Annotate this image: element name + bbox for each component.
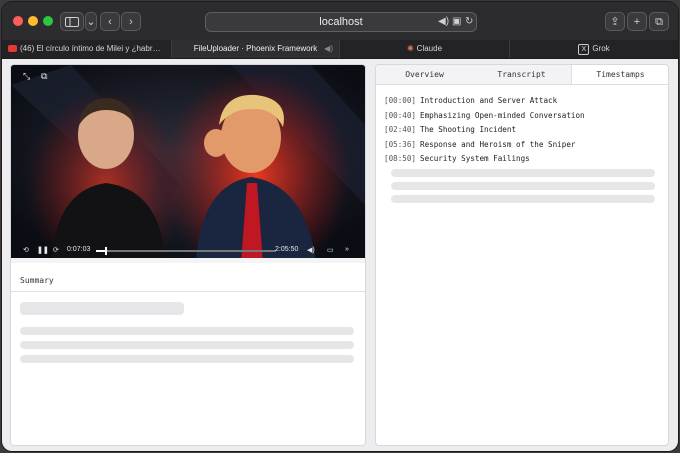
tab-transcript[interactable]: Transcript bbox=[473, 65, 570, 84]
timestamp-item[interactable]: [05:36] Response and Heroism of the Snipe… bbox=[384, 138, 575, 152]
video-player[interactable]: ⟲ ❚❚ ⟳ 0:07:03 2:05:50 ◀) ▭ » ⤡ ⧉ bbox=[11, 65, 365, 263]
tab-fileuploader[interactable]: FileUploader · Phoenix Framework ◀) bbox=[172, 40, 340, 58]
replay-icon[interactable]: ⟲ bbox=[23, 246, 29, 254]
chevron-right-icon: › bbox=[129, 16, 133, 28]
panel-tab-bar: Overview Transcript Timestamps bbox=[376, 65, 668, 85]
tab-youtube[interactable]: (46) El círculo íntimo de Milei y ¿habr… bbox=[2, 40, 172, 58]
plus-icon: + bbox=[633, 16, 641, 28]
youtube-icon bbox=[8, 45, 17, 52]
tab-group-menu-button[interactable]: ⌄ bbox=[85, 12, 97, 31]
timestamp-title: Security System Failings bbox=[420, 154, 530, 163]
sidebar-icon bbox=[65, 17, 79, 27]
translate-icon[interactable]: ▣ bbox=[452, 16, 461, 27]
summary-line-skeleton bbox=[20, 341, 354, 349]
address-bar[interactable]: localhost ◀) ▣ ↻ bbox=[205, 12, 477, 32]
seek-handle[interactable] bbox=[105, 247, 108, 255]
video-controls: ⟲ ❚❚ ⟳ 0:07:03 2:05:50 ◀) ▭ » bbox=[11, 243, 365, 259]
volume-icon[interactable]: ◀) bbox=[307, 246, 315, 254]
timestamp-item[interactable]: [02:40] The Shooting Incident bbox=[384, 123, 516, 137]
sidebar-toggle-button[interactable] bbox=[60, 12, 84, 31]
browser-toolbar: ⌄ ‹ › localhost ◀) ▣ ↻ ⇪ + ⧉ bbox=[2, 2, 678, 41]
picture-in-picture-icon[interactable]: ⧉ bbox=[41, 71, 47, 82]
tab-claude[interactable]: ✺ Claude bbox=[340, 40, 510, 58]
chevron-down-icon: ⌄ bbox=[86, 16, 96, 28]
share-button[interactable]: ⇪ bbox=[605, 12, 625, 31]
tab-timestamps[interactable]: Timestamps bbox=[571, 65, 668, 84]
skip-icon[interactable]: » bbox=[345, 246, 349, 253]
timestamp-skeleton bbox=[391, 169, 655, 177]
duration: 2:05:50 bbox=[275, 246, 299, 253]
summary-heading: Summary bbox=[11, 270, 365, 292]
chevron-left-icon: ‹ bbox=[108, 16, 112, 28]
web-page: ⟲ ❚❚ ⟳ 0:07:03 2:05:50 ◀) ▭ » ⤡ ⧉ Summar… bbox=[2, 59, 678, 451]
details-panel: Overview Transcript Timestamps [00:00] In… bbox=[375, 64, 669, 446]
summary-line-skeleton bbox=[20, 327, 354, 335]
airplay-icon[interactable]: ▭ bbox=[327, 246, 334, 254]
zoom-window-button[interactable] bbox=[43, 16, 53, 26]
summary-title-skeleton bbox=[20, 302, 184, 315]
current-time: 0:07:03 bbox=[67, 246, 91, 253]
timestamp-time: [05:36] bbox=[384, 139, 417, 149]
tab-overview-icon: ⧉ bbox=[655, 16, 663, 28]
video-summary-card: ⟲ ❚❚ ⟳ 0:07:03 2:05:50 ◀) ▭ » ⤡ ⧉ Summar… bbox=[10, 64, 366, 446]
timestamp-time: [02:40] bbox=[384, 125, 417, 134]
tab-grok[interactable]: X Grok bbox=[510, 40, 678, 58]
claude-icon: ✺ bbox=[406, 44, 414, 53]
video-frame-image bbox=[11, 65, 365, 263]
minimize-window-button[interactable] bbox=[28, 16, 38, 26]
address-text: localhost bbox=[319, 16, 363, 28]
tab-overview[interactable]: Overview bbox=[376, 65, 473, 84]
timestamp-item[interactable]: [08:50] Security System Failings bbox=[384, 152, 530, 166]
timestamp-skeleton bbox=[391, 195, 655, 203]
speaker-icon[interactable]: ◀) bbox=[324, 40, 333, 58]
tab-overview-button[interactable]: ⧉ bbox=[649, 12, 669, 31]
timestamp-title: Response and Heroism of the Sniper bbox=[420, 139, 576, 149]
seek-bar[interactable] bbox=[96, 247, 276, 255]
close-window-button[interactable] bbox=[13, 16, 23, 26]
back-button[interactable]: ‹ bbox=[100, 12, 120, 31]
timestamp-time: [08:50] bbox=[384, 154, 417, 163]
new-tab-button[interactable]: + bbox=[627, 12, 647, 31]
pause-icon[interactable]: ❚❚ bbox=[37, 246, 49, 254]
share-icon: ⇪ bbox=[610, 16, 620, 28]
timestamp-title: Introduction and Server Attack bbox=[420, 96, 558, 105]
timestamp-title: The Shooting Incident bbox=[420, 125, 517, 134]
fullscreen-icon[interactable]: ⤡ bbox=[23, 71, 30, 82]
timestamp-item[interactable]: [00:40] Emphasizing Open-minded Conversat… bbox=[384, 109, 585, 123]
tab-bar: (46) El círculo íntimo de Milei y ¿habr…… bbox=[2, 40, 678, 59]
forward-icon[interactable]: ⟳ bbox=[53, 246, 59, 254]
summary-line-skeleton bbox=[20, 355, 354, 363]
timestamp-time: [00:00] bbox=[384, 96, 417, 105]
speaker-icon[interactable]: ◀) bbox=[438, 16, 449, 27]
forward-button[interactable]: › bbox=[121, 12, 141, 31]
browser-window: ⌄ ‹ › localhost ◀) ▣ ↻ ⇪ + ⧉ (46) El cír… bbox=[2, 2, 678, 451]
timestamp-skeleton bbox=[391, 182, 655, 190]
timestamp-title: Emphasizing Open-minded Conversation bbox=[420, 110, 585, 120]
reload-icon[interactable]: ↻ bbox=[465, 16, 473, 27]
timestamp-item[interactable]: [00:00] Introduction and Server Attack bbox=[384, 94, 557, 108]
timestamp-time: [00:40] bbox=[384, 110, 417, 120]
grok-icon: X bbox=[578, 44, 590, 55]
